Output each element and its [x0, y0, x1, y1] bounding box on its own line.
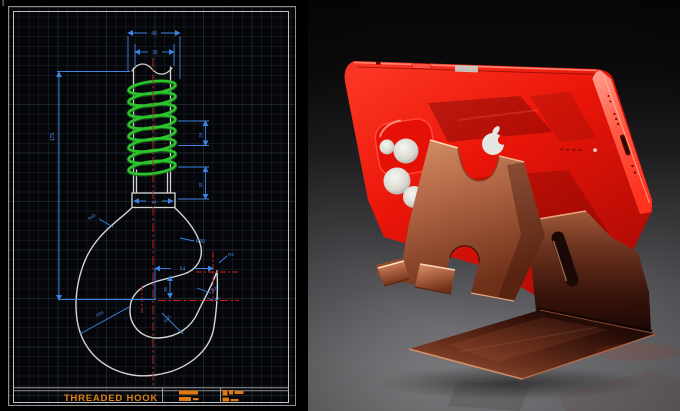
svg-text:175: 175	[50, 133, 56, 142]
mute-switch	[375, 61, 381, 65]
svg-text:32: 32	[198, 182, 203, 187]
threaded-hook-drawing: 48 36 175 24 32 44 54 25 R40 R30 R3 R25 …	[2, 0, 296, 406]
svg-text:R3: R3	[228, 252, 234, 257]
svg-text:25: 25	[163, 287, 168, 292]
title-block-stamp-1	[179, 390, 199, 401]
drawing-title: THREADED HOOK	[64, 393, 158, 404]
svg-text:36: 36	[152, 50, 158, 56]
svg-text:24: 24	[198, 132, 203, 137]
dim-labels: 48 36 175 24 32 44 54 25 R40 R30 R3 R25 …	[50, 31, 234, 324]
svg-text:48: 48	[151, 31, 157, 37]
camera-lens-main	[393, 138, 419, 164]
svg-text:R30: R30	[196, 239, 205, 245]
svg-text:R40: R40	[87, 212, 97, 221]
title-block-stamp-2	[222, 390, 244, 402]
volume-button	[411, 63, 432, 70]
cad-drawing-panel: 48 36 175 24 32 44 54 25 R40 R30 R3 R25 …	[0, 0, 308, 411]
composite-screenshot: 48 36 175 24 32 44 54 25 R40 R30 R3 R25 …	[0, 0, 680, 411]
edge-glare	[454, 65, 479, 73]
svg-text:R4: R4	[213, 295, 221, 302]
svg-text:R54: R54	[95, 309, 105, 317]
hook-outline	[75, 206, 219, 377]
svg-text:54: 54	[180, 267, 186, 273]
thread-coil	[126, 79, 178, 177]
svg-text:44: 44	[152, 200, 157, 205]
title-block: THREADED HOOK	[13, 387, 289, 404]
break-line	[131, 63, 173, 75]
camera-lens-small	[379, 139, 395, 155]
phone-stand-render	[344, 61, 680, 411]
sheet-frame	[2, 0, 296, 406]
render-panel	[308, 0, 680, 411]
